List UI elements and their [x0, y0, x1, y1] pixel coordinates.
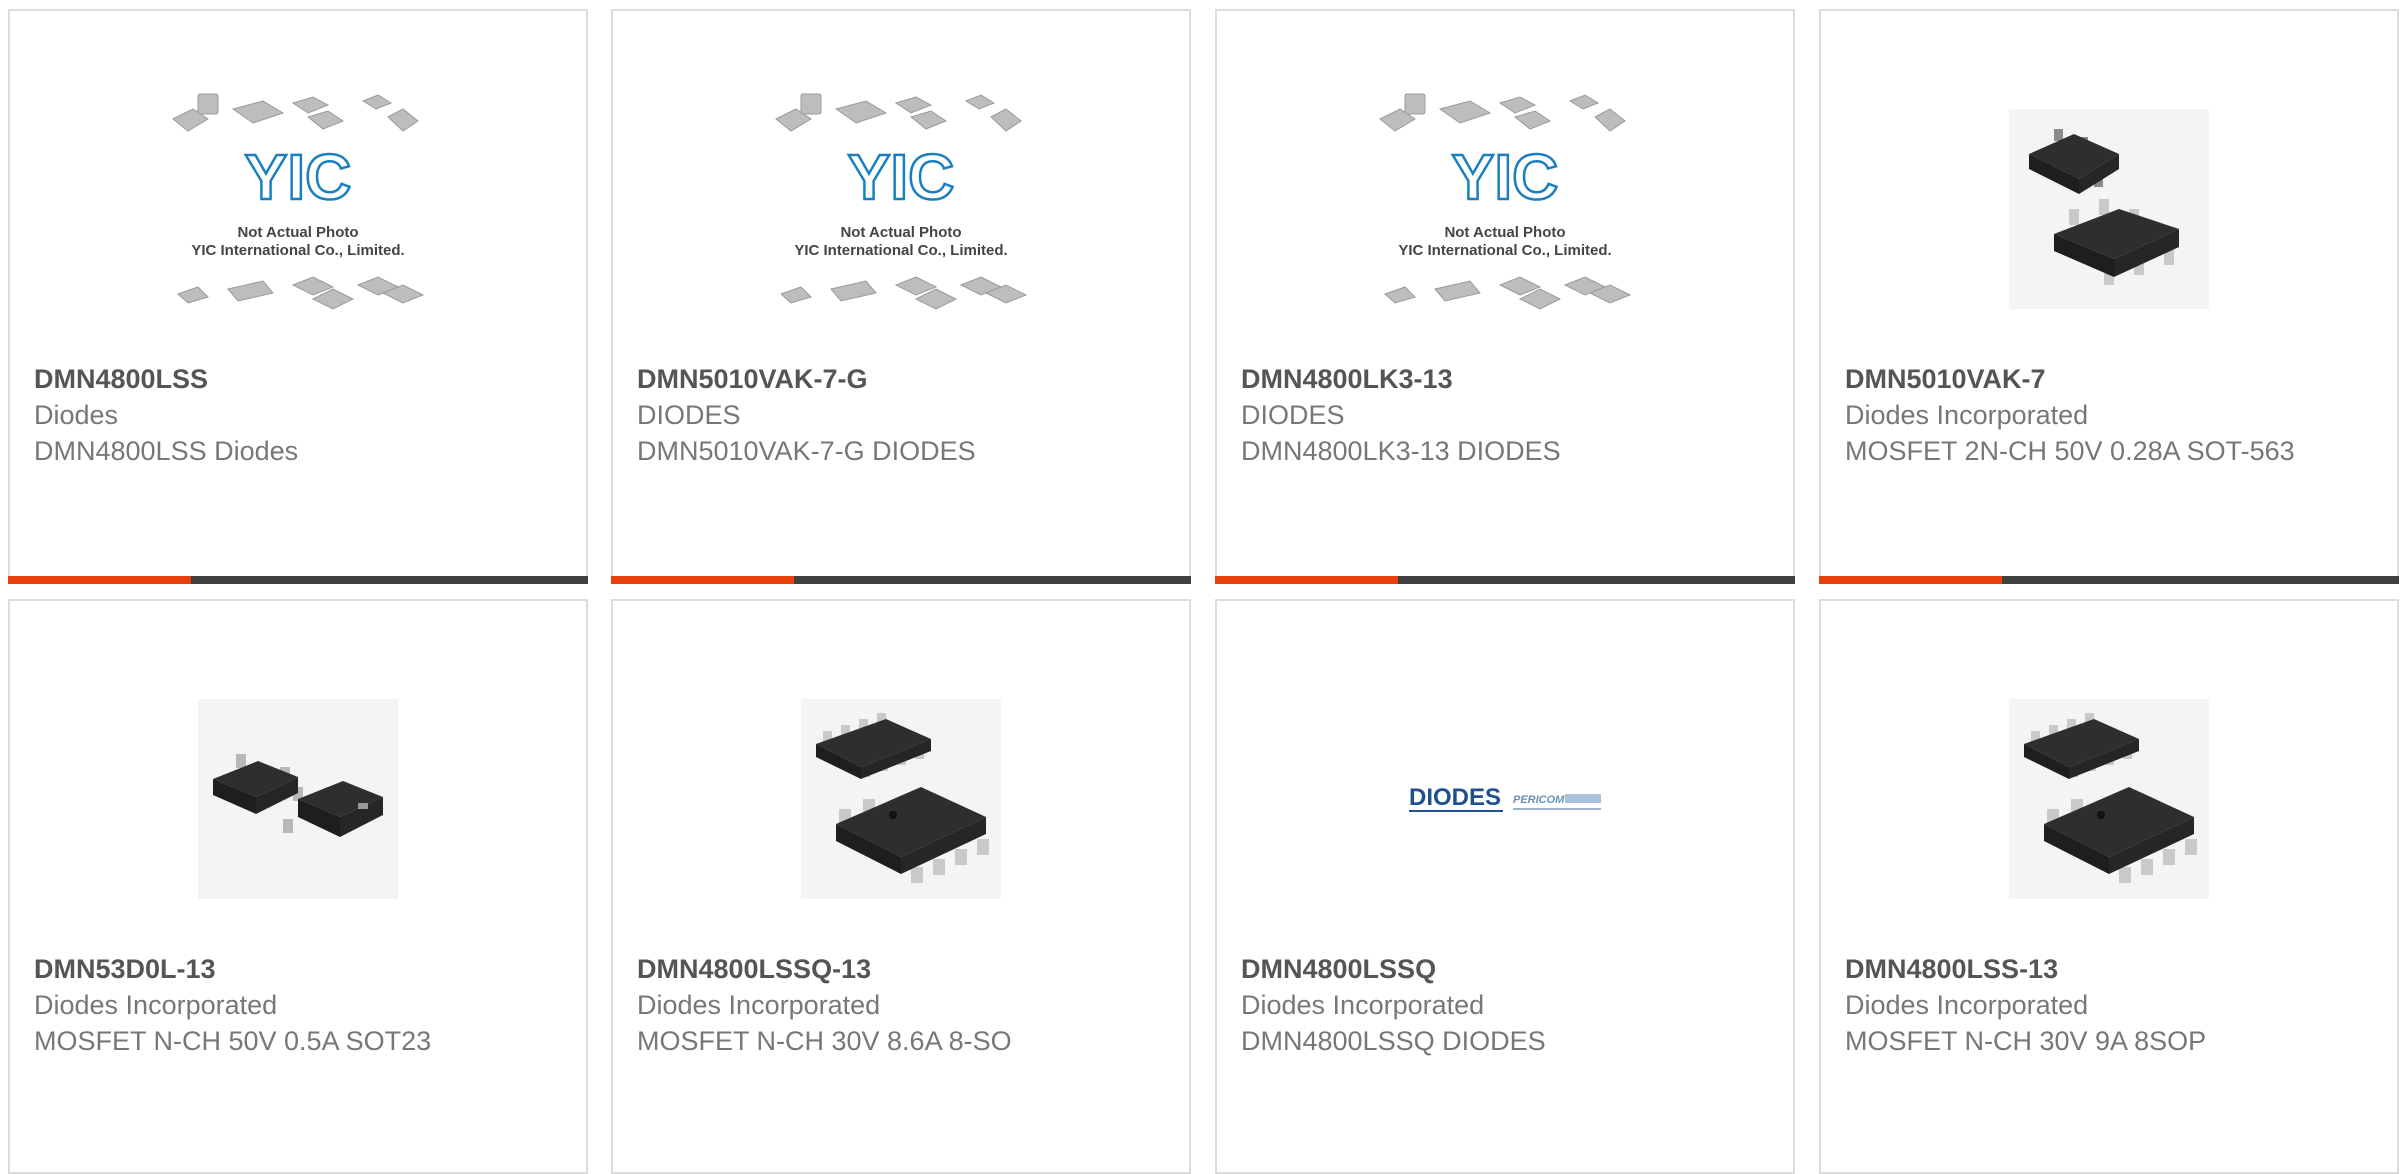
description: DMN4800LSS Diodes	[34, 436, 299, 466]
manufacturer: Diodes Incorporated	[1845, 400, 2089, 430]
part-number[interactable]: DMN4800LSSQ-13	[637, 951, 1157, 987]
not-actual-photo-placeholder: YIC Not Actual Photo YIC International C…	[172, 93, 425, 310]
yic-logo: YIC	[1452, 141, 1559, 213]
product-info: DMN4800LSS Diodes DMN4800LSS Diodes	[34, 361, 554, 469]
description: DMN5010VAK-7-G DIODES	[637, 436, 976, 466]
product-image[interactable]: YIC Not Actual Photo YIC International C…	[1217, 66, 1793, 351]
part-number[interactable]: DMN4800LSSQ	[1241, 951, 1761, 987]
card-bottom-bar	[611, 576, 1191, 584]
product-image[interactable]: YIC Not Actual Photo YIC International C…	[10, 66, 586, 351]
not-actual-photo-label: Not Actual Photo	[237, 224, 358, 241]
product-info: DMN4800LSSQ Diodes Incorporated DMN4800L…	[1241, 951, 1761, 1059]
company-label: YIC International Co., Limited.	[794, 242, 1007, 259]
not-actual-photo-placeholder: YIC Not Actual Photo YIC International C…	[1379, 93, 1632, 310]
product-card[interactable]: DMN4800LSSQ-13 Diodes Incorporated MOSFE…	[611, 599, 1191, 1174]
product-card[interactable]: DMN4800LSS-13 Diodes Incorporated MOSFET…	[1819, 599, 2399, 1174]
product-info: DMN5010VAK-7 Diodes Incorporated MOSFET …	[1845, 361, 2365, 469]
product-image[interactable]	[1821, 66, 2397, 351]
card-bottom-bar	[1215, 576, 1795, 584]
product-image[interactable]	[1821, 656, 2397, 941]
pericom-logo: PERICOM	[1513, 794, 1565, 806]
manufacturer: Diodes Incorporated	[637, 990, 881, 1020]
product-info: DMN5010VAK-7-G DIODES DMN5010VAK-7-G DIO…	[637, 361, 1157, 469]
card-bottom-bar	[8, 576, 588, 584]
manufacturer: DIODES	[637, 400, 741, 430]
diodes-pericom-logo: DIODES PERICOM	[1409, 784, 1601, 812]
card-accent-bar	[1819, 576, 2002, 584]
description: DMN4800LSSQ DIODES	[1241, 1026, 1546, 1056]
manufacturer: DIODES	[1241, 400, 1345, 430]
card-bottom-bar	[1819, 576, 2399, 584]
soic8-chip-photo	[801, 698, 1001, 899]
part-number[interactable]: DMN4800LK3-13	[1241, 361, 1761, 397]
product-image[interactable]: YIC Not Actual Photo YIC International C…	[613, 66, 1189, 351]
yic-logo: YIC	[848, 141, 955, 213]
manufacturer: Diodes Incorporated	[1845, 990, 2089, 1020]
product-card[interactable]: DIODES PERICOM DMN4800LSSQ Diodes Incorp…	[1215, 599, 1795, 1174]
product-info: DMN4800LK3-13 DIODES DMN4800LK3-13 DIODE…	[1241, 361, 1761, 469]
part-number[interactable]: DMN53D0L-13	[34, 951, 554, 987]
not-actual-photo-label: Not Actual Photo	[840, 224, 961, 241]
company-label: YIC International Co., Limited.	[1398, 242, 1611, 259]
soic8-chip-photo	[2009, 698, 2209, 899]
product-info: DMN4800LSS-13 Diodes Incorporated MOSFET…	[1845, 951, 2365, 1059]
manufacturer: Diodes	[34, 400, 119, 430]
product-image[interactable]	[613, 656, 1189, 941]
not-actual-photo-placeholder: YIC Not Actual Photo YIC International C…	[775, 93, 1028, 310]
description: MOSFET N-CH 30V 8.6A 8-SO	[637, 1026, 1012, 1056]
company-label: YIC International Co., Limited.	[191, 242, 404, 259]
description: MOSFET 2N-CH 50V 0.28A SOT-563	[1845, 436, 2295, 466]
product-image[interactable]	[10, 656, 586, 941]
product-card[interactable]: DMN5010VAK-7 Diodes Incorporated MOSFET …	[1819, 9, 2399, 584]
card-accent-bar	[1215, 576, 1398, 584]
product-grid: YIC Not Actual Photo YIC International C…	[0, 0, 2400, 1174]
diodes-logo: DIODES	[1409, 784, 1501, 811]
product-card[interactable]: YIC Not Actual Photo YIC International C…	[1215, 9, 1795, 584]
part-number[interactable]: DMN4800LSS	[34, 361, 554, 397]
card-accent-bar	[611, 576, 794, 584]
product-info: DMN53D0L-13 Diodes Incorporated MOSFET N…	[34, 951, 554, 1059]
description: MOSFET N-CH 50V 0.5A SOT23	[34, 1026, 432, 1056]
card-accent-bar	[8, 576, 191, 584]
description: DMN4800LK3-13 DIODES	[1241, 436, 1561, 466]
manufacturer: Diodes Incorporated	[34, 990, 278, 1020]
description: MOSFET N-CH 30V 9A 8SOP	[1845, 1026, 2207, 1056]
product-card[interactable]: YIC Not Actual Photo YIC International C…	[611, 9, 1191, 584]
sot563-chip-photo	[2009, 108, 2209, 309]
product-card[interactable]: YIC Not Actual Photo YIC International C…	[8, 9, 588, 584]
not-actual-photo-label: Not Actual Photo	[1444, 224, 1565, 241]
product-image[interactable]: DIODES PERICOM	[1217, 656, 1793, 941]
yic-logo: YIC	[245, 141, 352, 213]
product-info: DMN4800LSSQ-13 Diodes Incorporated MOSFE…	[637, 951, 1157, 1059]
part-number[interactable]: DMN5010VAK-7	[1845, 361, 2365, 397]
manufacturer: Diodes Incorporated	[1241, 990, 1485, 1020]
part-number[interactable]: DMN5010VAK-7-G	[637, 361, 1157, 397]
part-number[interactable]: DMN4800LSS-13	[1845, 951, 2365, 987]
sot23-chip-photo	[198, 698, 398, 899]
product-card[interactable]: DMN53D0L-13 Diodes Incorporated MOSFET N…	[8, 599, 588, 1174]
